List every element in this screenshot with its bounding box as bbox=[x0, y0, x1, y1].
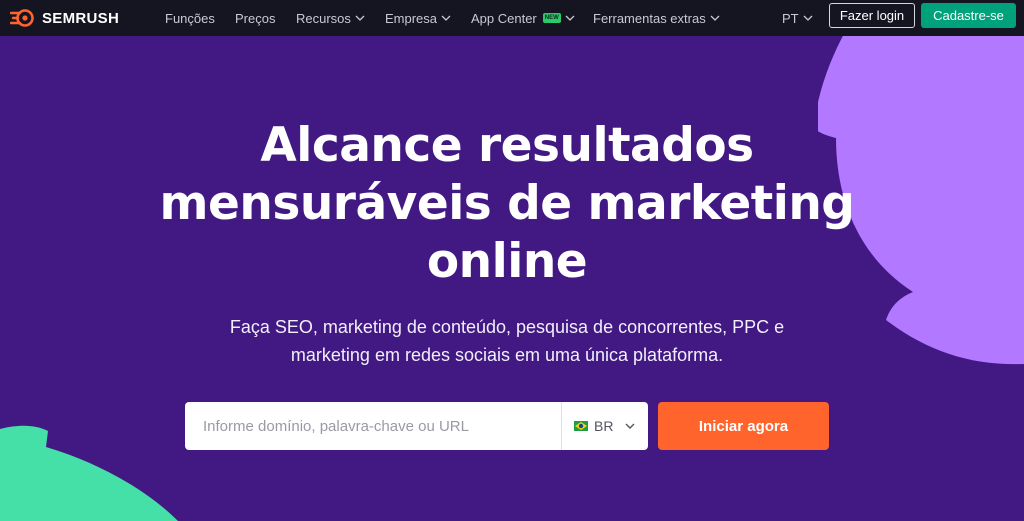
nav-item-label: Funções bbox=[165, 10, 215, 26]
nav-item-empresa[interactable]: Empresa bbox=[385, 0, 451, 36]
nav-item-label: Ferramentas extras bbox=[593, 10, 706, 26]
nav-item-label: Empresa bbox=[385, 10, 438, 26]
brand-name: SEMRUSH bbox=[42, 9, 120, 27]
semrush-logo[interactable]: SEMRUSH bbox=[10, 5, 119, 31]
chevron-down-icon bbox=[710, 15, 720, 21]
chevron-down-icon bbox=[625, 423, 635, 429]
nav-item-recursos[interactable]: Recursos bbox=[296, 0, 365, 36]
nav-item-label: Recursos bbox=[296, 10, 351, 26]
new-badge: NEW bbox=[542, 13, 561, 23]
hero-subtitle-line: Faça SEO, marketing de conteúdo, pesquis… bbox=[229, 317, 785, 337]
hero-subtitle: Faça SEO, marketing de conteúdo, pesquis… bbox=[0, 313, 1014, 369]
country-code: BR bbox=[594, 418, 614, 434]
hero-title-line: Alcance resultados bbox=[260, 118, 754, 173]
chevron-down-icon bbox=[355, 15, 365, 21]
top-navigation: SEMRUSH Funções Preços Recursos Empresa … bbox=[0, 0, 1024, 36]
nav-item-funcoes[interactable]: Funções bbox=[165, 0, 215, 36]
nav-item-app-center[interactable]: App Center NEW bbox=[471, 0, 575, 36]
chevron-down-icon bbox=[803, 15, 813, 21]
chevron-down-icon bbox=[441, 15, 451, 21]
language-selector[interactable]: PT bbox=[782, 0, 813, 36]
chevron-down-icon bbox=[565, 15, 575, 21]
green-blob-decoration bbox=[0, 425, 178, 521]
start-now-button[interactable]: Iniciar agora bbox=[658, 402, 829, 450]
nav-item-label: Preços bbox=[235, 10, 276, 26]
nav-item-precos[interactable]: Preços bbox=[235, 0, 275, 36]
nav-item-label: App Center bbox=[471, 10, 537, 26]
brazil-flag-icon bbox=[574, 421, 588, 431]
nav-item-ferramentas-extras[interactable]: Ferramentas extras bbox=[593, 0, 720, 36]
search-box: BR bbox=[185, 402, 648, 450]
country-selector[interactable]: BR bbox=[562, 402, 648, 450]
signup-button[interactable]: Cadastre-se bbox=[921, 3, 1016, 28]
login-button[interactable]: Fazer login bbox=[829, 3, 915, 28]
language-label: PT bbox=[782, 10, 799, 26]
hero-title-line: online bbox=[426, 234, 588, 289]
hero-subtitle-line: marketing em redes sociais em uma única … bbox=[290, 345, 724, 365]
search-input[interactable] bbox=[185, 403, 561, 449]
semrush-flame-icon bbox=[10, 9, 34, 27]
hero-title-line: mensuráveis de marketing bbox=[159, 176, 855, 231]
hero-title: Alcance resultados mensuráveis de market… bbox=[0, 117, 1014, 291]
